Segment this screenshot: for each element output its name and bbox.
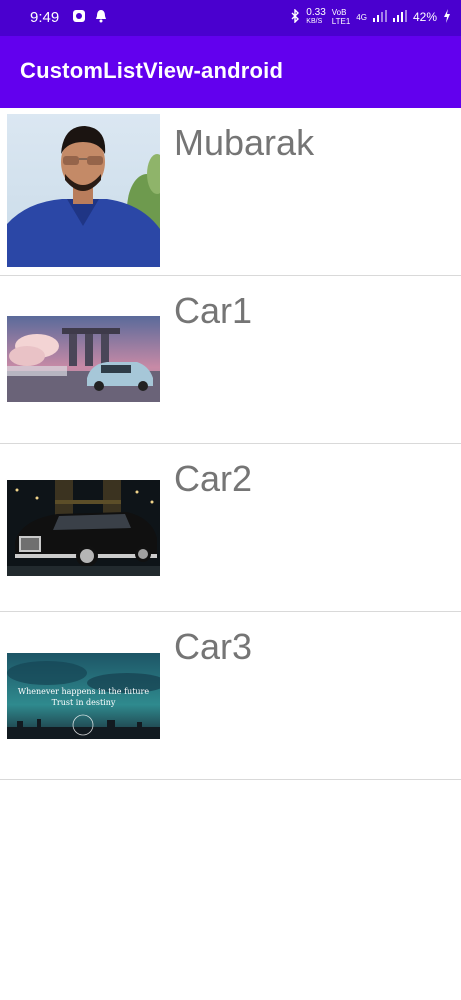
status-bar: 9:49 0.33 KB/S VoB LTE1 4G 42%: [0, 0, 461, 36]
list-item-label: Car2: [174, 458, 253, 499]
car-photo-night: [7, 480, 160, 576]
person-photo: [7, 114, 160, 267]
gear-icon: [72, 9, 86, 26]
bell-icon: [95, 9, 107, 26]
list-item[interactable]: Car1: [0, 276, 461, 444]
signal-icon: [372, 9, 387, 25]
signal-icon-2: [392, 9, 407, 25]
app-title: CustomListView-android: [20, 58, 284, 83]
sky-quote-image: Whenever happens in the future Trust in …: [7, 653, 160, 739]
list-item-label: Car3: [174, 626, 253, 667]
list-item[interactable]: Mubarak: [0, 108, 461, 276]
battery-percent: 42%: [412, 10, 437, 24]
list-item[interactable]: Whenever happens in the future Trust in …: [0, 612, 461, 780]
app-bar: CustomListView-android: [0, 36, 461, 108]
list-item-label: Mubarak: [174, 122, 315, 163]
network-speed: 0.33 KB/S: [306, 7, 326, 26]
list-item-label: Car1: [174, 290, 253, 331]
volte-indicator: VoB LTE1: [331, 8, 351, 26]
quote-line-1: Whenever happens in the future: [17, 687, 150, 696]
status-time: 9:49: [30, 9, 60, 26]
quote-line-2: Trust in destiny: [51, 698, 116, 707]
bluetooth-icon: [290, 7, 300, 26]
car-photo-city: [7, 316, 160, 402]
battery-charging-icon: [443, 8, 451, 26]
status-right-group: 0.33 KB/S VoB LTE1 4G 42%: [290, 8, 451, 26]
network-type: 4G: [356, 12, 367, 22]
custom-list-view[interactable]: Mubarak Car1 Car2 Whenever happens in th…: [0, 108, 461, 780]
list-item[interactable]: Car2: [0, 444, 461, 612]
